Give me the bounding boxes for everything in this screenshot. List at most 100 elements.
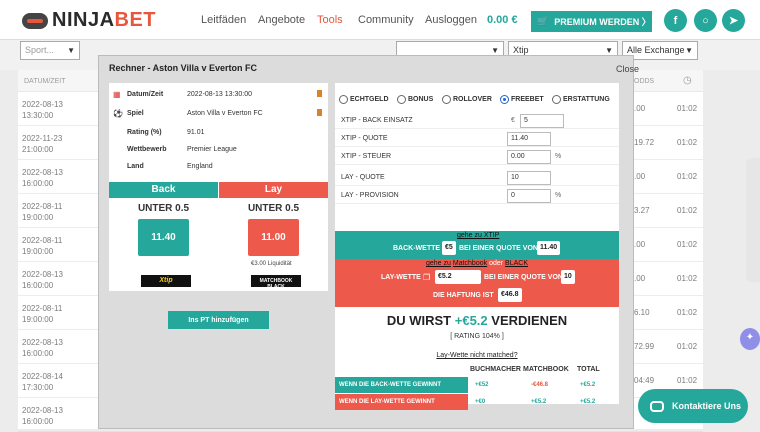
info-value: Premier League <box>187 146 237 153</box>
radio-circle-icon <box>397 95 406 104</box>
matchbook-black-logo[interactable]: MATCHBOOK BLACK <box>251 275 301 290</box>
radio-rollover[interactable]: ROLLOVER <box>442 95 492 104</box>
field-back-odds: XTIP - QUOTE 11.40 <box>335 131 619 147</box>
chevron-down-icon: ▼ <box>491 46 499 55</box>
nav-link-logout[interactable]: Ausloggen <box>425 14 477 26</box>
summary-matchbook: -€46.8 <box>531 382 549 388</box>
telegram-icon[interactable]: ➤ <box>722 9 745 32</box>
lay-odds-box[interactable]: 11.00 <box>248 219 299 256</box>
close-button[interactable]: Close <box>616 64 639 74</box>
radio-label: ROLLOVER <box>453 96 492 103</box>
event-info-panel: ▦ Datum/Zeit 2022-08-13 13:30:00 ⚽ Spiel… <box>109 83 328 291</box>
info-key: Wettbewerb <box>127 146 167 153</box>
goto-black-link[interactable]: BLACK <box>505 260 528 267</box>
chevron-down-icon: ▼ <box>605 46 613 55</box>
summary-label: WENN DIE BACK-WETTE GEWINNT <box>335 377 468 393</box>
radio-erstattung[interactable]: ERSTATTUNG <box>552 95 610 104</box>
back-odds-label: BEI EINER QUOTE VON <box>459 245 538 252</box>
profit-prefix: DU WIRST <box>386 313 452 328</box>
percent-suffix: % <box>555 192 562 199</box>
nav-link-guides[interactable]: Leitfäden <box>201 14 246 26</box>
back-stake-input[interactable]: 5 <box>520 114 564 128</box>
logo[interactable]: NINJABET <box>22 9 156 32</box>
tax-input[interactable]: 0.00 <box>507 150 551 164</box>
back-market: UNTER 0.5 <box>137 203 190 214</box>
commission-input[interactable]: 0 <box>507 189 551 203</box>
nav-link-tools[interactable]: Tools <box>317 14 343 26</box>
goto-xtip-link[interactable]: gehe zu XTIP <box>457 232 499 239</box>
nav-link-community[interactable]: Community <box>358 14 414 26</box>
summary-row-back-wins: WENN DIE BACK-WETTE GEWINNT +€52 -€46.8 … <box>335 377 619 393</box>
back-bet-label: BACK-WETTE <box>393 245 441 252</box>
summary-total: +€5.2 <box>580 382 596 388</box>
liability-label: DIE HAFTUNG IST <box>433 292 494 299</box>
ninja-mask-icon <box>22 12 48 29</box>
football-icon: ⚽ <box>113 109 123 118</box>
xtip-logo[interactable]: Xtip <box>141 275 191 287</box>
calculator-modal: Rechner - Aston Villa v Everton FC Close… <box>98 55 639 429</box>
radio-label: FREEBET <box>511 96 544 103</box>
chevron-down-icon: ▼ <box>685 46 693 55</box>
summary-matchbook: +€5.2 <box>531 399 547 405</box>
summary-label: WENN DIE LAY-WETTE GEWINNT <box>335 394 468 410</box>
radio-label: BONUS <box>408 96 434 103</box>
col-bookmaker: BUCHMACHER <box>470 366 521 373</box>
info-value: 2022-08-13 13:30:00 <box>187 91 252 98</box>
lay-not-matched-link[interactable]: Lay-Wette nicht matched? <box>335 352 619 359</box>
copy-icon[interactable]: ❐ <box>423 273 430 282</box>
info-value: Aston Villa v Everton FC <box>187 110 263 117</box>
modal-title: Rechner - Aston Villa v Everton FC <box>109 63 258 73</box>
radio-echtgeld[interactable]: ECHTGELD <box>339 95 389 104</box>
percent-suffix: % <box>555 153 562 160</box>
liability-value: €46.8 <box>498 288 522 302</box>
lay-odds-input[interactable]: 10 <box>507 171 551 185</box>
top-nav: NINJABET Leitfäden Angebote Tools Commun… <box>0 0 760 40</box>
or-label: oder <box>489 260 504 267</box>
back-odds-box[interactable]: 11.40 <box>138 219 189 256</box>
field-label: XTIP - BACK EINSATZ <box>341 117 413 124</box>
radio-label: ECHTGELD <box>350 96 389 103</box>
lay-bet-label: LAY-WETTE <box>381 274 421 281</box>
lay-odds-value: 10 <box>561 270 575 284</box>
instagram-icon[interactable]: ○ <box>694 9 717 32</box>
info-row-datetime: ▦ Datum/Zeit 2022-08-13 13:30:00 <box>109 87 328 103</box>
chevron-down-icon: ▼ <box>67 46 75 55</box>
info-row-competition: Wettbewerb Premier League <box>109 142 328 158</box>
info-row-match: ⚽ Spiel Aston Villa v Everton FC <box>109 106 328 122</box>
premium-button[interactable]: 🛒 PREMIUM WERDEN 〉 <box>531 11 652 32</box>
info-row-country: Land England <box>109 159 328 175</box>
bet-type-radios: ECHTGELD BONUS ROLLOVER FREEBET ERSTATTU… <box>335 91 619 107</box>
profit-value: +€5.2 <box>454 313 488 328</box>
profit-headline: DU WIRST +€5.2 VERDIENEN <box>335 313 619 328</box>
field-back-tax: XTIP - STEUER 0.00 % <box>335 149 619 165</box>
accessibility-icon[interactable]: ✦ <box>740 328 760 350</box>
back-stake-value: €5 <box>442 241 456 255</box>
rating-text: [ RATING 104% ] <box>450 333 504 340</box>
facebook-icon[interactable]: f <box>664 9 687 32</box>
back-odds-input[interactable]: 11.40 <box>507 132 551 146</box>
back-odds-value: 11.40 <box>537 241 561 255</box>
bookmaker-select-label: Xtip <box>513 45 529 55</box>
info-value: 91.01 <box>187 129 205 136</box>
side-tab[interactable] <box>746 158 760 282</box>
radio-bonus[interactable]: BONUS <box>397 95 433 104</box>
field-label: LAY - PROVISION <box>341 192 399 199</box>
flag-icon <box>317 90 322 97</box>
field-lay-odds: LAY - QUOTE 10 <box>335 170 619 186</box>
flag-icon <box>317 109 322 116</box>
info-key: Land <box>127 163 144 170</box>
nav-link-offers[interactable]: Angebote <box>258 14 305 26</box>
lay-stake-value: €5.2 <box>435 270 481 284</box>
contact-label: Kontaktiere Uns <box>672 401 742 411</box>
goto-matchbook-link[interactable]: Matchbook <box>453 260 487 267</box>
contact-button[interactable]: Kontaktiere Uns <box>638 389 748 423</box>
field-label: XTIP - STEUER <box>341 153 392 160</box>
radio-selected-icon <box>500 95 509 104</box>
field-lay-commission: LAY - PROVISION 0 % <box>335 188 619 204</box>
radio-freebet[interactable]: FREEBET <box>500 95 544 104</box>
sport-select[interactable]: Sport... ▼ <box>20 41 80 60</box>
info-row-rating: Rating (%) 91.01 <box>109 125 328 141</box>
add-to-pt-button[interactable]: Ins PT hinzufügen <box>168 311 269 329</box>
calculator-panel: ECHTGELD BONUS ROLLOVER FREEBET ERSTATTU… <box>335 83 619 410</box>
info-key: Spiel <box>127 110 144 117</box>
